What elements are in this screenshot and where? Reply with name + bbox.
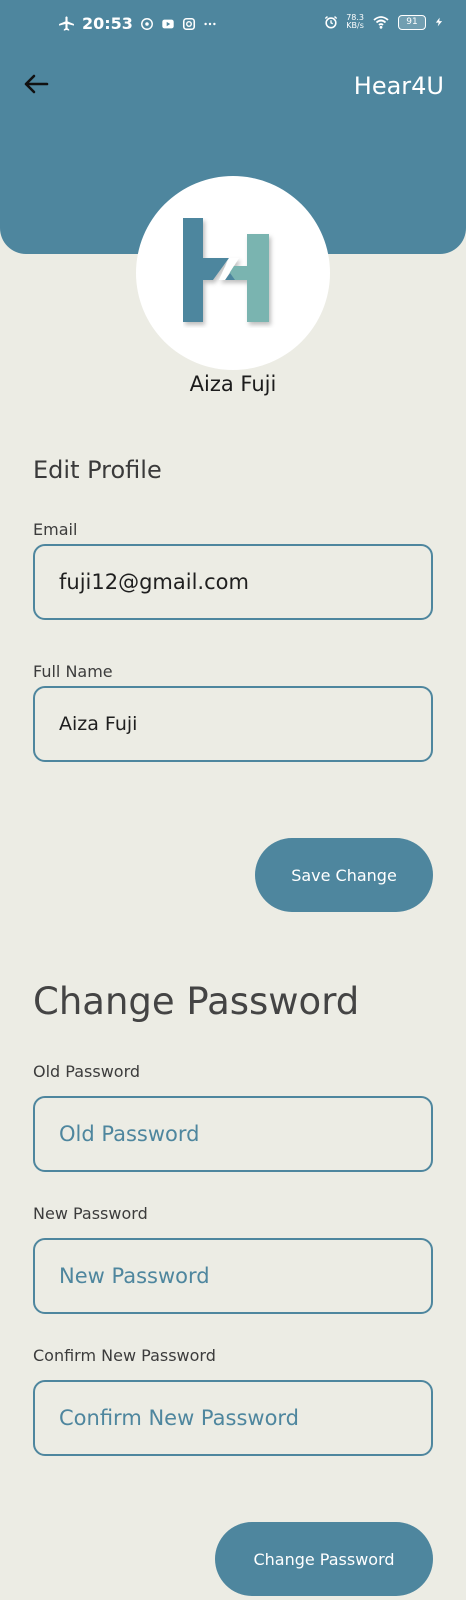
net-speed-unit: KB/s [346,21,364,30]
status-time: 20:53 [82,14,133,33]
old-password-label: Old Password [33,1062,141,1081]
airplane-icon [59,16,74,31]
full-name-label: Full Name [33,662,113,681]
status-bar: 20:53 78.3 KB/s 91 [0,12,466,40]
new-password-field[interactable] [33,1238,433,1314]
profile-name: Aiza Fuji [189,372,277,396]
wifi-icon [373,16,389,29]
alarm-icon [325,16,338,29]
app-title: Hear4U [353,72,444,100]
save-change-button[interactable]: Save Change [255,838,433,912]
full-name-field[interactable] [33,686,433,762]
edit-profile-title: Edit Profile [33,456,162,484]
more-icon [204,22,216,25]
email-field[interactable] [33,544,433,620]
old-password-field[interactable] [33,1096,433,1172]
charging-icon [435,17,443,27]
battery-icon: 91 [398,14,426,30]
arrow-left-icon [24,74,49,94]
hear4u-logo-icon [183,218,269,322]
change-password-button[interactable]: Change Password [215,1522,433,1596]
back-button[interactable] [20,68,52,100]
new-password-label: New Password [33,1204,148,1223]
profile-page: 20:53 78.3 KB/s 91 Hear4U Aiza Fuji Edit… [0,0,466,1600]
confirm-password-field[interactable] [33,1380,433,1456]
whatsapp-icon [140,17,153,30]
net-speed: 78.3 KB/s [346,14,364,30]
email-label: Email [33,520,78,539]
instagram-icon [182,17,195,30]
confirm-password-label: Confirm New Password [33,1346,216,1365]
youtube-icon [162,19,174,28]
change-password-title: Change Password [33,980,360,1023]
avatar[interactable] [136,176,330,370]
status-right: 78.3 KB/s 91 [324,14,444,30]
status-left: 20:53 [58,14,217,33]
